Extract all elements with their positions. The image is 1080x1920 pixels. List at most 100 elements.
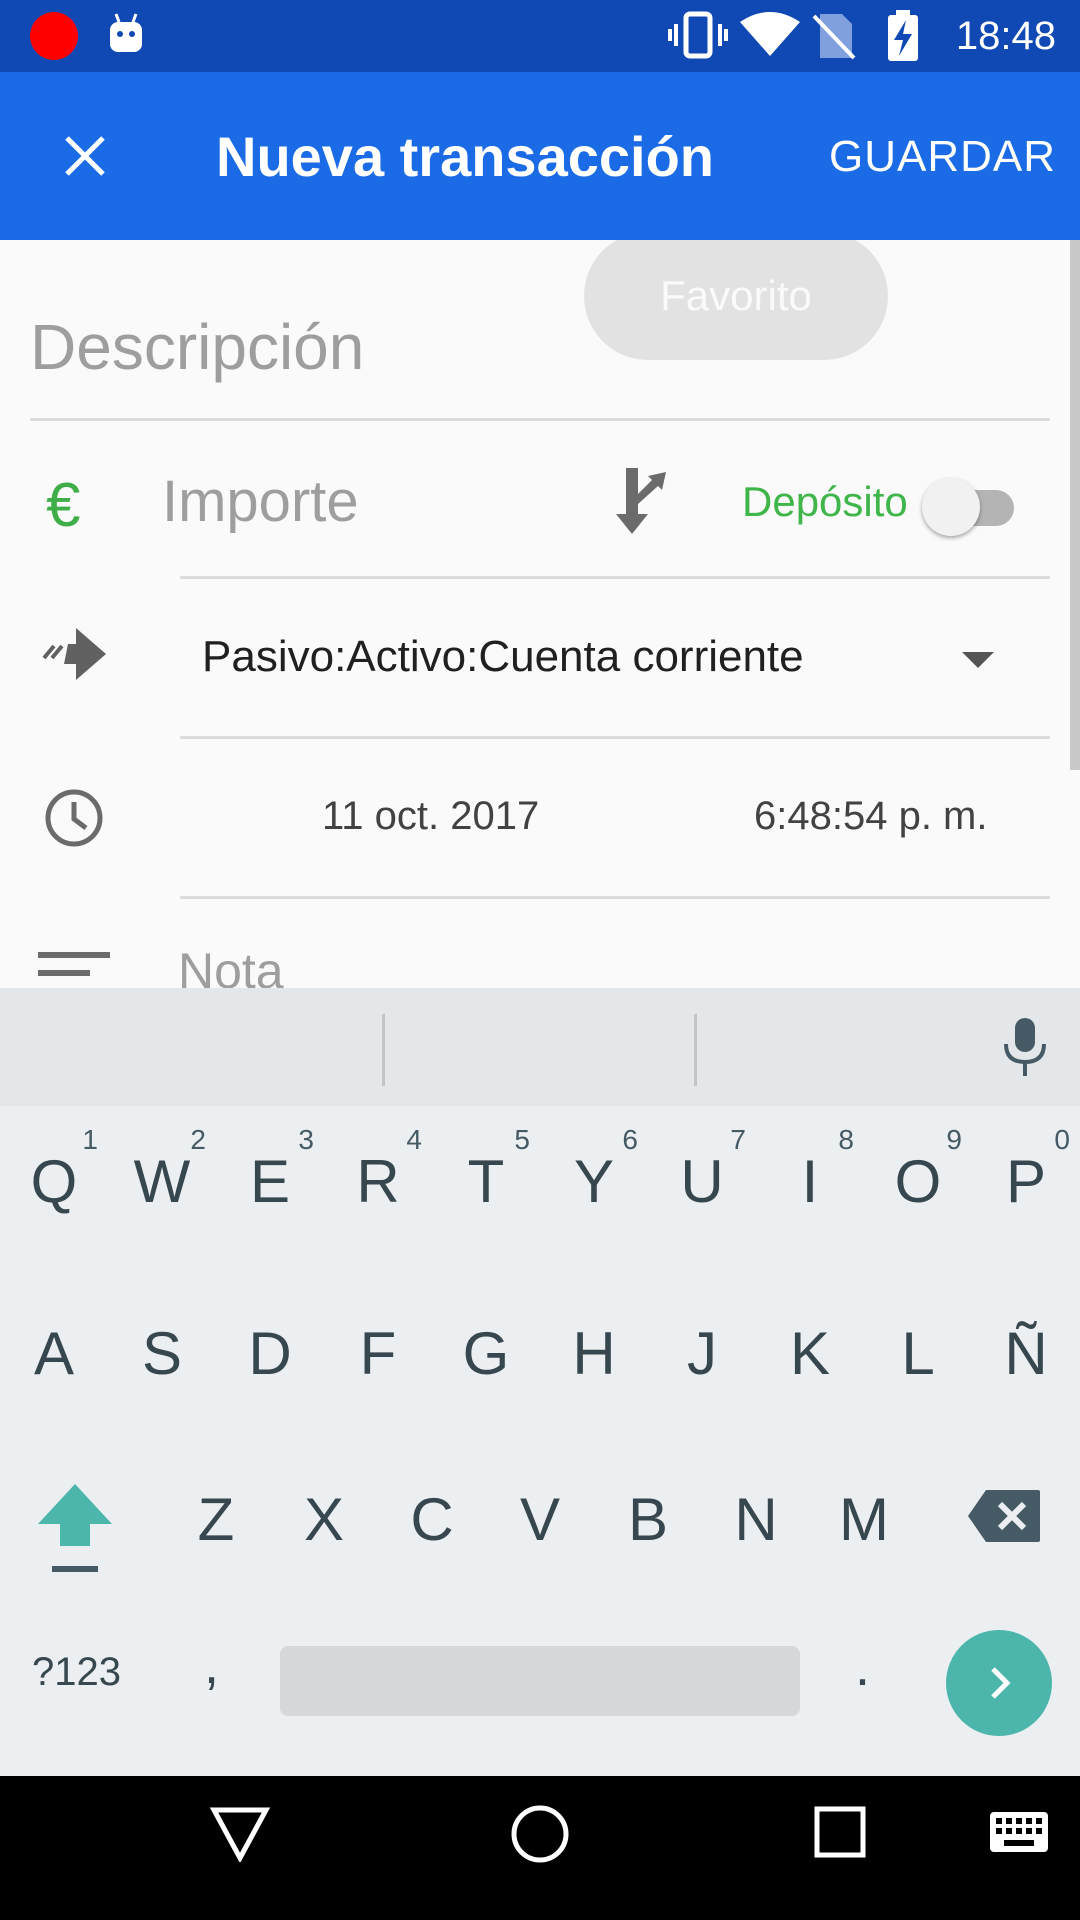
key-hint: 9 (946, 1124, 962, 1155)
key-w[interactable]: W2 (108, 1106, 216, 1256)
key-x[interactable]: X (270, 1444, 378, 1594)
key-label: W (133, 1147, 191, 1215)
divider (180, 576, 1050, 579)
key-s[interactable]: S (108, 1278, 216, 1428)
space-bar[interactable] (280, 1646, 800, 1716)
description-input[interactable]: Descripción (30, 310, 364, 384)
key-label: U (680, 1147, 724, 1215)
time-field[interactable]: 6:48:54 p. m. (754, 794, 987, 839)
key-r[interactable]: R4 (324, 1106, 432, 1256)
backspace-icon[interactable] (966, 1488, 1042, 1544)
key-label: I (801, 1147, 819, 1215)
key-label: R (356, 1147, 400, 1215)
key-hint: 7 (730, 1124, 746, 1155)
key-z[interactable]: Z (162, 1444, 270, 1594)
recents-icon[interactable] (814, 1806, 866, 1858)
scrollbar[interactable] (1070, 240, 1080, 770)
wifi-icon (740, 12, 800, 56)
divider (180, 896, 1050, 899)
key-label: Y (573, 1147, 615, 1215)
battery-charging-icon (888, 10, 918, 61)
key-n[interactable]: N (702, 1444, 810, 1594)
note-input[interactable]: Nota (178, 942, 284, 988)
split-icon[interactable] (612, 464, 672, 536)
key-v[interactable]: V (486, 1444, 594, 1594)
account-selector[interactable]: Pasivo:Activo:Cuenta corriente (202, 632, 804, 682)
key-hint: 5 (514, 1124, 530, 1155)
key-h[interactable]: H (540, 1278, 648, 1428)
transfer-icon (42, 628, 106, 680)
key-hint: 3 (298, 1124, 314, 1155)
key-label: O (894, 1147, 942, 1215)
divider (30, 418, 1050, 421)
key-u[interactable]: U7 (648, 1106, 756, 1256)
key-m[interactable]: M (810, 1444, 918, 1594)
period-key[interactable]: . (855, 1636, 870, 1698)
symbols-key[interactable]: ?123 (32, 1650, 121, 1695)
close-icon (65, 136, 105, 176)
comma-key[interactable]: , (204, 1634, 219, 1696)
key-g[interactable]: G (432, 1278, 540, 1428)
key-f[interactable]: F (324, 1278, 432, 1428)
page-title: Nueva transacción (216, 125, 714, 188)
date-field[interactable]: 11 oct. 2017 (322, 794, 539, 839)
transaction-form: Descripción Favorito € Importe Depósito … (0, 240, 1080, 988)
key-q[interactable]: Q1 (0, 1106, 108, 1256)
android-debug-icon (110, 13, 142, 52)
key-i[interactable]: I8 (756, 1106, 864, 1256)
deposit-label: Depósito (742, 478, 908, 525)
key-hint: 1 (82, 1124, 98, 1155)
notes-icon (38, 952, 110, 976)
key-label: P (1005, 1147, 1047, 1215)
suggestion-strip (0, 988, 1080, 1106)
key-l[interactable]: L (864, 1278, 972, 1428)
divider (180, 736, 1050, 739)
clock-icon (45, 789, 103, 847)
amount-input[interactable]: Importe (162, 468, 359, 535)
key-a[interactable]: A (0, 1278, 108, 1428)
vibrate-icon (668, 11, 728, 59)
status-bar: 18:48 (0, 0, 1080, 72)
soft-keyboard: Q1 W2 E3 R4 T5 Y6 U7 I8 O9 P0 A S D F G … (0, 988, 1080, 1776)
key-hint: 2 (190, 1124, 206, 1155)
shift-icon[interactable] (20, 1480, 130, 1580)
key-hint: 6 (622, 1124, 638, 1155)
record-dot-icon (30, 12, 78, 60)
dropdown-arrow-icon[interactable] (962, 652, 994, 668)
currency-symbol: € (46, 471, 81, 540)
key-label: Q (30, 1147, 78, 1215)
deposit-toggle[interactable] (922, 476, 1018, 536)
app-bar: Nueva transacción GUARDAR (0, 72, 1080, 240)
key-t[interactable]: T5 (432, 1106, 540, 1256)
key-k[interactable]: K (756, 1278, 864, 1428)
suggestion-divider (694, 1014, 697, 1086)
key-hint: 0 (1054, 1124, 1070, 1155)
suggestion-divider (382, 1014, 385, 1086)
home-icon[interactable] (510, 1804, 570, 1864)
next-button[interactable] (946, 1630, 1052, 1736)
key-d[interactable]: D (216, 1278, 324, 1428)
key-enye[interactable]: Ñ (972, 1278, 1080, 1428)
key-y[interactable]: Y6 (540, 1106, 648, 1256)
key-p[interactable]: P0 (972, 1106, 1080, 1256)
key-label: T (467, 1147, 505, 1215)
clock-time: 18:48 (955, 14, 1056, 58)
key-e[interactable]: E3 (216, 1106, 324, 1256)
toggle-thumb (922, 478, 980, 536)
key-j[interactable]: J (648, 1278, 756, 1428)
save-button[interactable]: GUARDAR (829, 132, 1056, 182)
key-o[interactable]: O9 (864, 1106, 972, 1256)
keyboard-icon[interactable] (988, 1810, 1050, 1854)
key-hint: 4 (406, 1124, 422, 1155)
navigation-bar (0, 1776, 1080, 1920)
no-sim-icon (812, 14, 856, 60)
favorite-chip[interactable]: Favorito (584, 240, 888, 360)
key-c[interactable]: C (378, 1444, 486, 1594)
back-icon[interactable] (210, 1806, 270, 1862)
close-button[interactable] (40, 116, 130, 196)
key-b[interactable]: B (594, 1444, 702, 1594)
key-label: E (249, 1147, 291, 1215)
microphone-icon[interactable] (1000, 1016, 1050, 1078)
chevron-right-icon (991, 1667, 1011, 1699)
key-hint: 8 (838, 1124, 854, 1155)
